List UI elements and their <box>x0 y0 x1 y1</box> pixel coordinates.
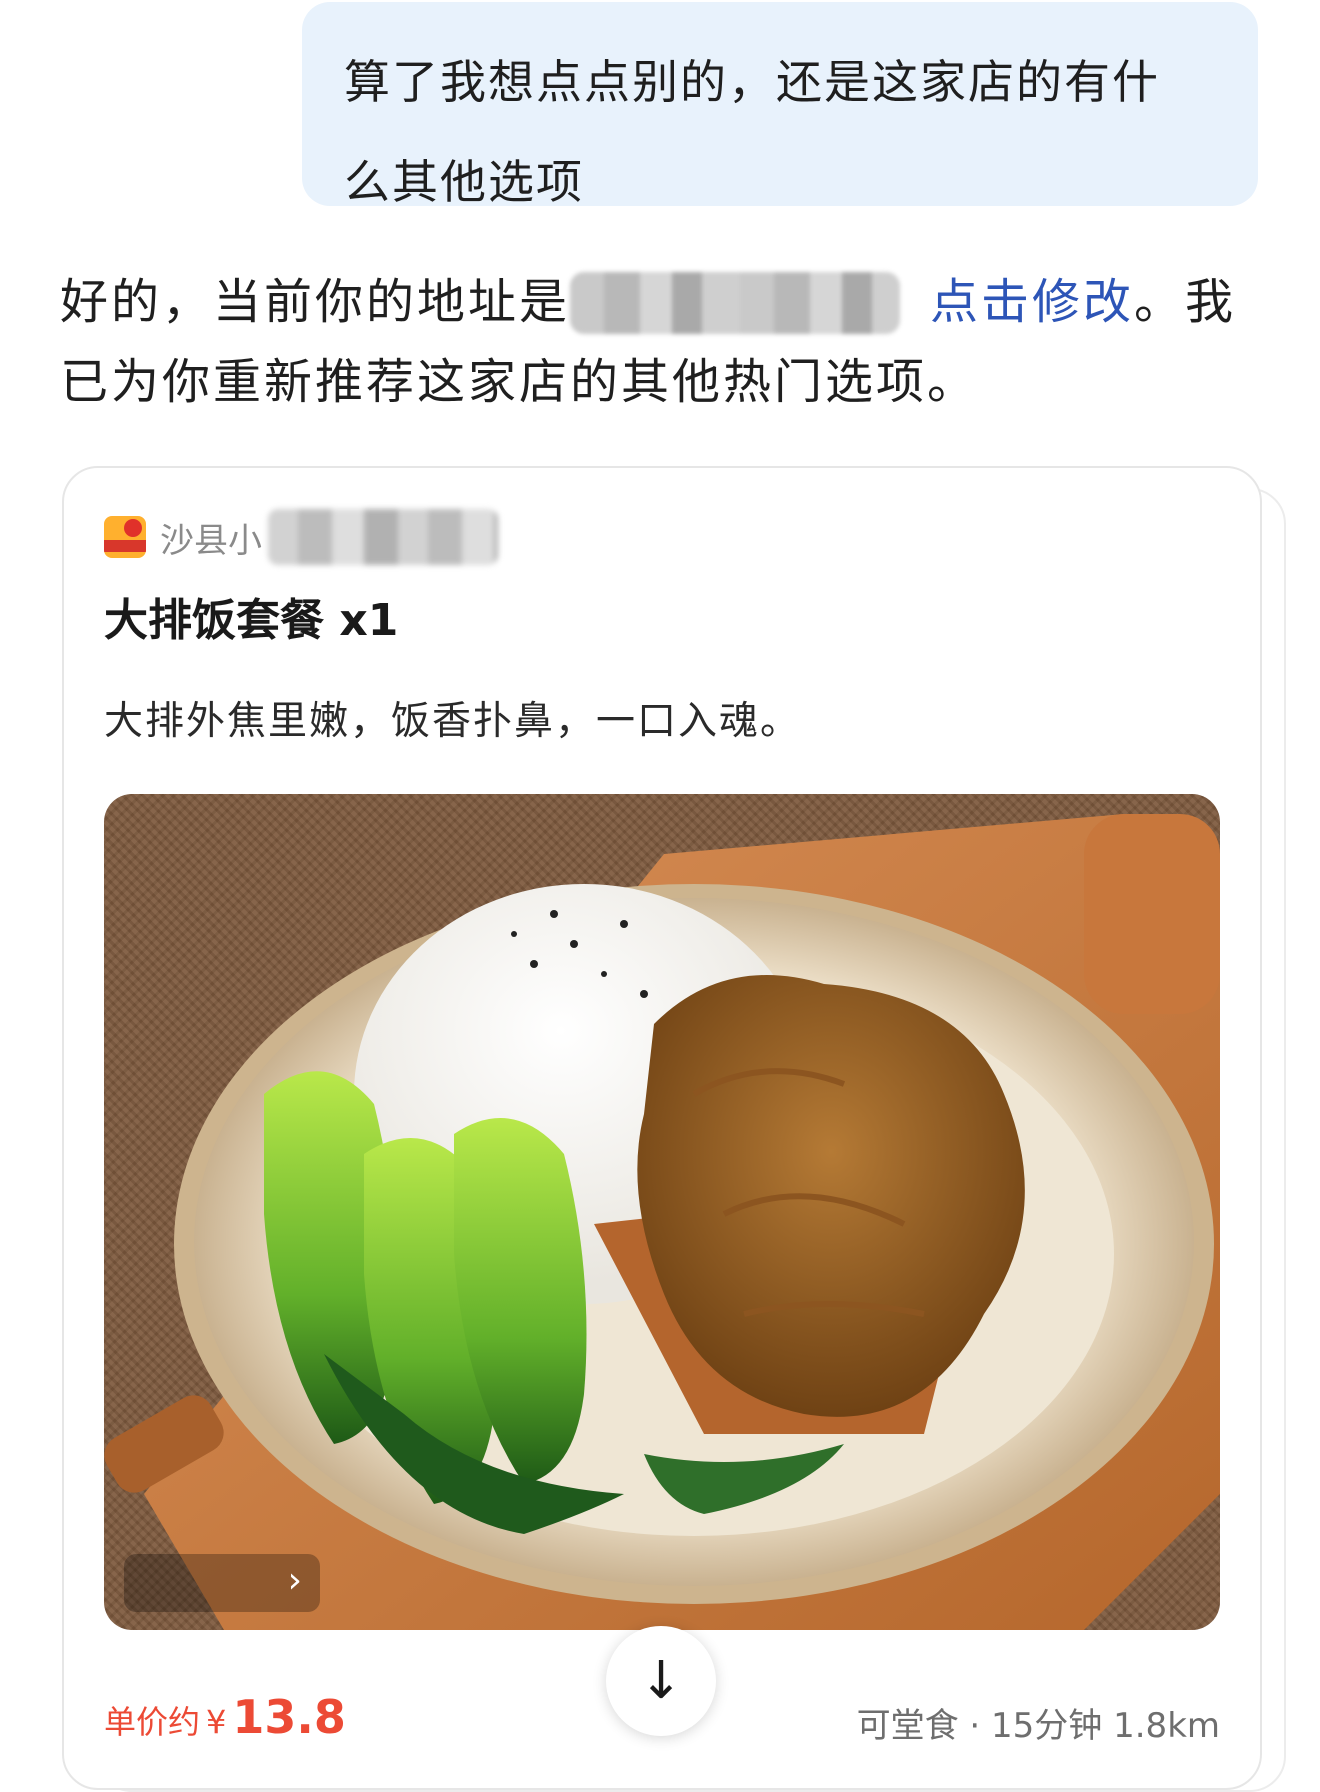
delivery-meta: 可堂食 · 15分钟 1.8km <box>856 1706 1220 1746</box>
price-row: 单价约 ¥ 13.8 <box>104 1690 346 1744</box>
dish-photo[interactable]: › <box>104 794 1220 1630</box>
user-message-line2: 么其他选项 <box>344 155 584 209</box>
user-message-bubble: 算了我想点点别的，还是这家店的有什 么其他选项 <box>302 2 1258 209</box>
bot-reply-line1: 好的，当前你的地址是 点击修改。我 <box>60 262 1250 342</box>
item-title: 大排饭套餐 x1 <box>104 595 399 646</box>
user-message-line1: 算了我想点点别的，还是这家店的有什 <box>344 55 1160 109</box>
shop-row[interactable]: 沙县小 <box>104 509 498 565</box>
shop-name: 沙县小 <box>160 520 262 561</box>
price-value: 13.8 <box>232 1690 346 1744</box>
scroll-down-button[interactable]: ↓ <box>606 1626 716 1736</box>
bot-reply-text-end: 。我 <box>1134 274 1237 330</box>
photo-gallery-button[interactable]: › <box>124 1554 320 1612</box>
currency-symbol: ¥ <box>206 1703 227 1741</box>
shop-logo-icon <box>104 516 146 558</box>
arrow-down-icon: ↓ <box>639 1651 683 1711</box>
dish-illustration <box>104 814 1220 1630</box>
bot-reply: 好的，当前你的地址是 点击修改。我 已为你重新推荐这家店的其他热门选项。 <box>60 262 1250 422</box>
edit-address-link[interactable]: 点击修改 <box>930 274 1134 330</box>
chevron-right-icon: › <box>287 1560 302 1601</box>
shop-name-redacted <box>268 509 498 565</box>
address-redacted <box>570 272 901 334</box>
bot-reply-line2: 已为你重新推荐这家店的其他热门选项。 <box>60 354 979 410</box>
item-description: 大排外焦里嫩，饭香扑鼻，一口入魂。 <box>104 699 802 744</box>
bot-reply-text: 好的，当前你的地址是 <box>60 274 571 330</box>
recommendation-card[interactable]: 沙县小 大排饭套餐 x1 大排外焦里嫩，饭香扑鼻，一口入魂。 › 单价约 ¥ 1… <box>62 466 1262 1790</box>
price-label: 单价约 <box>104 1703 201 1741</box>
